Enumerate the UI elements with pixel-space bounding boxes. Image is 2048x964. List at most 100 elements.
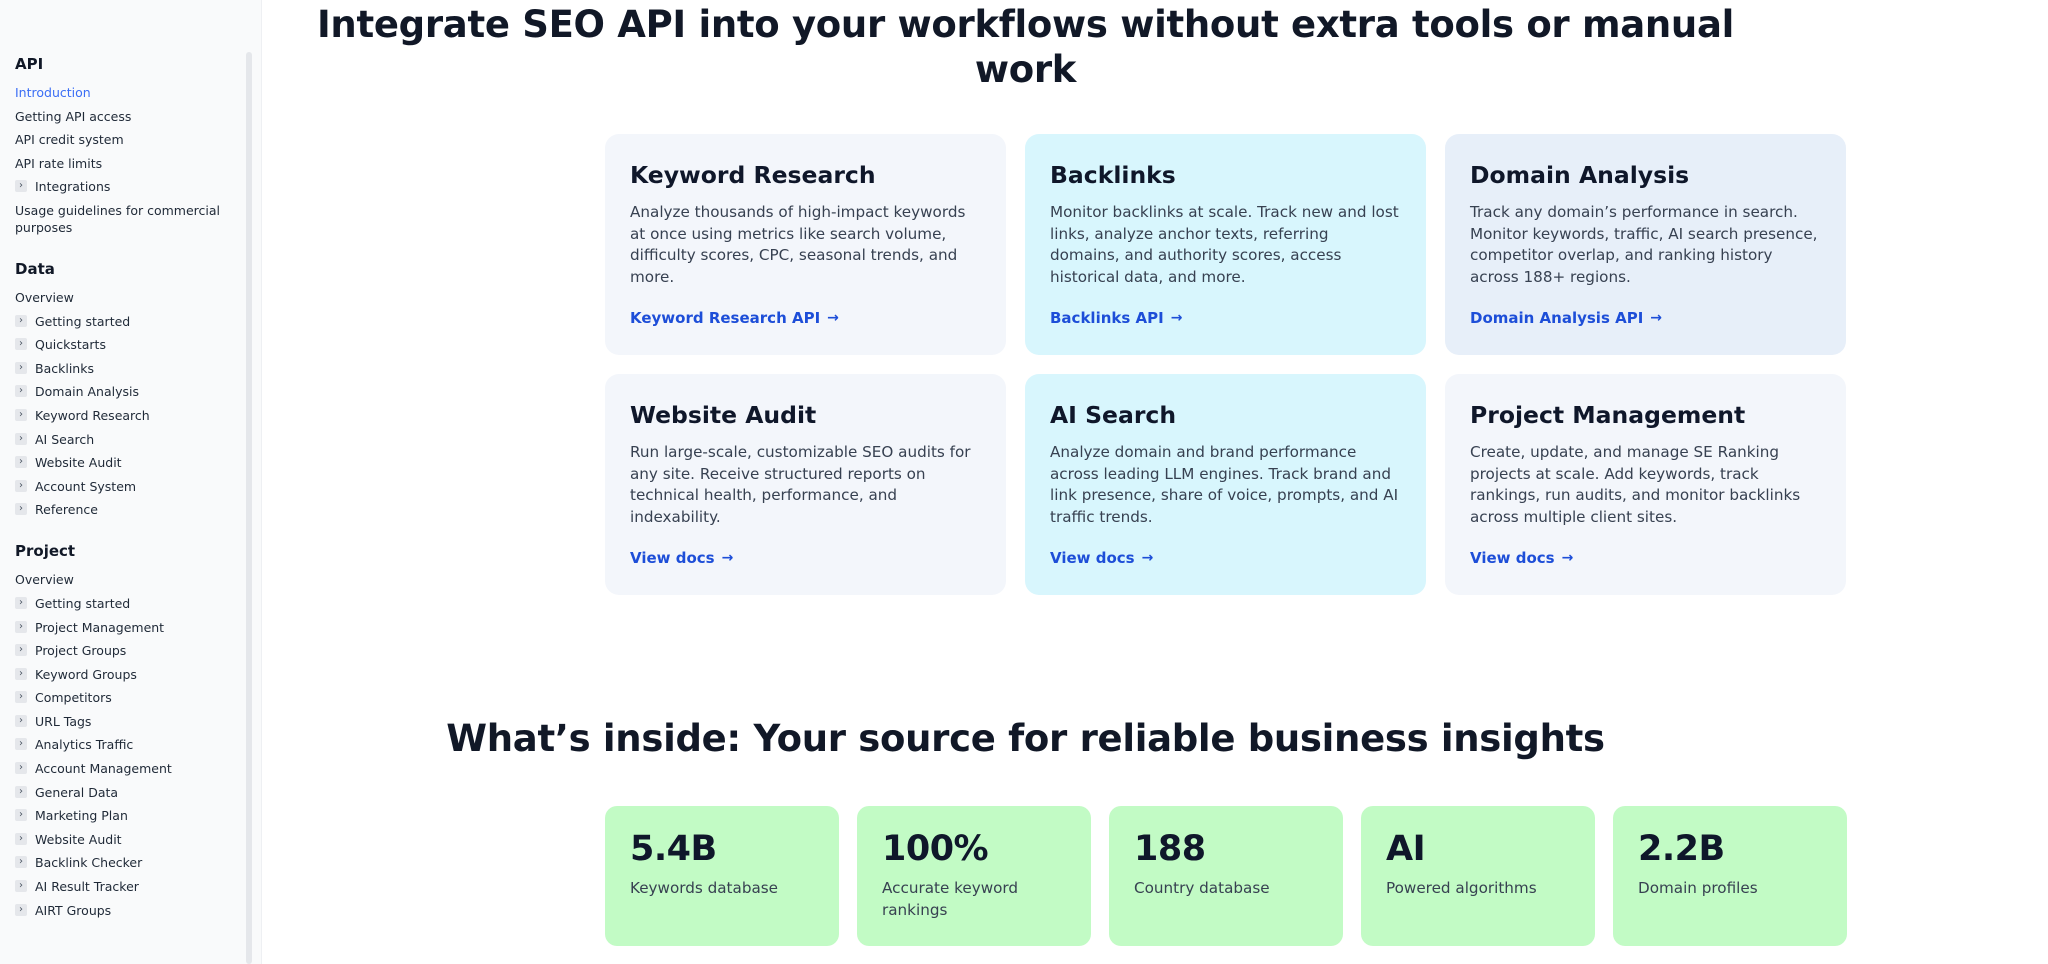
card-description: Run large-scale, customizable SEO audits… <box>630 443 971 527</box>
sidebar-item-account-system[interactable]: › Account System <box>15 478 220 495</box>
stat-value: 2.2B <box>1638 829 1725 869</box>
sidebar-item-url-tags[interactable]: › URL Tags <box>15 713 220 730</box>
card-link[interactable]: View docs → <box>630 549 733 567</box>
sidebar-item-label: Domain Analysis <box>35 384 139 400</box>
card-link[interactable]: View docs → <box>1050 549 1153 567</box>
stat-card: 188 Country database <box>1109 806 1343 946</box>
chevron-right-icon[interactable]: › <box>15 644 27 657</box>
sidebar-item-label: Overview <box>15 289 74 305</box>
sidebar-item-website-audit[interactable]: › Website Audit <box>15 454 220 471</box>
stat-value: AI <box>1386 829 1426 869</box>
chevron-right-icon[interactable]: › <box>15 856 27 869</box>
sidebar-item-ai-search[interactable]: › AI Search <box>15 431 220 448</box>
chevron-right-icon[interactable]: › <box>15 903 27 916</box>
sidebar-item-label: Getting started <box>35 595 131 611</box>
card-description: Analyze thousands of high-impact keyword… <box>630 203 966 287</box>
sidebar-item-label: API credit system <box>15 132 124 148</box>
sidebar-item-backlinks[interactable]: › Backlinks <box>15 360 220 377</box>
stats-row: 5.4B Keywords database 100% Accurate key… <box>605 806 1847 946</box>
chevron-right-icon[interactable]: › <box>15 432 27 445</box>
card-link-label: Domain Analysis API <box>1470 309 1644 327</box>
card-link[interactable]: Backlinks API → <box>1050 309 1182 327</box>
sidebar-item-label: Keyword Groups <box>35 666 137 682</box>
sidebar-item-keyword-groups[interactable]: › Keyword Groups <box>15 666 220 683</box>
chevron-right-icon[interactable]: › <box>15 809 27 822</box>
sidebar-item-general-data[interactable]: › General Data <box>15 784 220 801</box>
chevron-right-icon[interactable]: › <box>15 408 27 421</box>
sidebar-item-label: Getting started <box>35 313 131 329</box>
chevron-right-icon[interactable]: › <box>15 456 27 469</box>
sidebar-section-data: Data Overview › Getting started › Quickstarts… <box>15 260 220 518</box>
chevron-right-icon[interactable]: › <box>15 691 27 704</box>
sidebar-scrollbar[interactable] <box>246 52 252 964</box>
card-link[interactable]: View docs → <box>1470 549 1573 567</box>
chevron-right-icon[interactable]: › <box>15 361 27 374</box>
sidebar-item-project-management[interactable]: › Project Management <box>15 619 220 636</box>
card-link-label: Backlinks API <box>1050 309 1164 327</box>
chevron-right-icon[interactable]: › <box>15 762 27 775</box>
sidebar-item-overview[interactable]: Overview <box>15 289 220 306</box>
card-link[interactable]: Domain Analysis API → <box>1470 309 1662 327</box>
sidebar-item-domain-analysis[interactable]: › Domain Analysis <box>15 383 220 400</box>
chevron-right-icon[interactable]: › <box>15 180 27 193</box>
sidebar-item-getting-started[interactable]: › Getting started <box>15 313 220 330</box>
api-card-website-audit: Website Audit Run large-scale, customiza… <box>605 374 1006 595</box>
sidebar-item-ai-result-tracker[interactable]: › AI Result Tracker <box>15 878 220 895</box>
card-description: Monitor backlinks at scale. Track new an… <box>1050 203 1399 287</box>
sidebar-item-competitors[interactable]: › Competitors <box>15 689 220 706</box>
sidebar-item-label: Marketing Plan <box>35 808 128 824</box>
sidebar-item-label: AI Result Tracker <box>35 879 139 895</box>
chevron-right-icon[interactable]: › <box>15 385 27 398</box>
chevron-right-icon[interactable]: › <box>15 314 27 327</box>
card-link[interactable]: Keyword Research API → <box>630 309 839 327</box>
sidebar-item-backlink-checker[interactable]: › Backlink Checker <box>15 854 220 871</box>
arrow-right-icon: → <box>827 310 839 326</box>
sidebar-item-analytics-traffic[interactable]: › Analytics Traffic <box>15 736 220 753</box>
sidebar-item-website-audit[interactable]: › Website Audit <box>15 831 220 848</box>
sidebar-item-api-rate-limits[interactable]: API rate limits <box>15 155 220 172</box>
sidebar-item-label: URL Tags <box>35 713 92 729</box>
stat-value: 5.4B <box>630 829 717 869</box>
chevron-right-icon[interactable]: › <box>15 832 27 845</box>
sidebar-section-title: Data <box>15 259 55 278</box>
sidebar-item-integrations[interactable]: › Integrations <box>15 178 220 195</box>
sidebar-item-project-groups[interactable]: › Project Groups <box>15 642 220 659</box>
chevron-right-icon[interactable]: › <box>15 596 27 609</box>
sidebar-section-project: Project Overview › Getting started › Project … <box>15 542 220 918</box>
chevron-right-icon[interactable]: › <box>15 738 27 751</box>
chevron-right-icon[interactable]: › <box>15 667 27 680</box>
sidebar-item-overview[interactable]: Overview <box>15 571 220 588</box>
sidebar-item-account-management[interactable]: › Account Management <box>15 760 220 777</box>
chevron-right-icon[interactable]: › <box>15 785 27 798</box>
sidebar-item-usage-guidelines-for-commercial-purposes[interactable]: Usage guidelines for commercial purposes <box>15 202 220 236</box>
card-title: AI Search <box>1050 401 1177 429</box>
chevron-right-icon[interactable]: › <box>15 338 27 351</box>
sidebar-item-label: Keyword Research <box>35 407 150 423</box>
sidebar-section-title: Project <box>15 542 76 561</box>
card-title: Project Management <box>1470 401 1746 429</box>
stat-label: Accurate keyword rankings <box>882 879 1019 919</box>
sidebar-item-introduction[interactable]: Introduction <box>15 84 220 101</box>
sidebar-item-label: Backlinks <box>35 360 94 376</box>
card-title: Keyword Research <box>630 161 876 189</box>
sidebar-item-keyword-research[interactable]: › Keyword Research <box>15 407 220 424</box>
sidebar-item-airt-groups[interactable]: › AIRT Groups <box>15 902 220 919</box>
chevron-right-icon[interactable]: › <box>15 479 27 492</box>
stat-card: 100% Accurate keyword rankings <box>857 806 1091 946</box>
chevron-right-icon[interactable]: › <box>15 620 27 633</box>
sidebar-item-marketing-plan[interactable]: › Marketing Plan <box>15 807 220 824</box>
sidebar-item-api-credit-system[interactable]: API credit system <box>15 131 220 148</box>
sidebar-item-label: Usage guidelines for commercial purposes <box>15 202 220 235</box>
insights-heading: What’s inside: Your source for reliable … <box>446 717 1605 760</box>
card-link-label: View docs <box>630 549 715 567</box>
chevron-right-icon[interactable]: › <box>15 503 27 516</box>
sidebar-item-quickstarts[interactable]: › Quickstarts <box>15 336 220 353</box>
sidebar-item-getting-api-access[interactable]: Getting API access <box>15 108 220 125</box>
api-card-ai-search: AI Search Analyze domain and brand perfo… <box>1025 374 1426 595</box>
arrow-right-icon: → <box>1141 550 1154 566</box>
sidebar-item-getting-started[interactable]: › Getting started <box>15 595 220 612</box>
sidebar-section-title: API <box>15 55 44 73</box>
sidebar-item-reference[interactable]: › Reference <box>15 501 220 518</box>
chevron-right-icon[interactable]: › <box>15 714 27 727</box>
chevron-right-icon[interactable]: › <box>15 880 27 893</box>
